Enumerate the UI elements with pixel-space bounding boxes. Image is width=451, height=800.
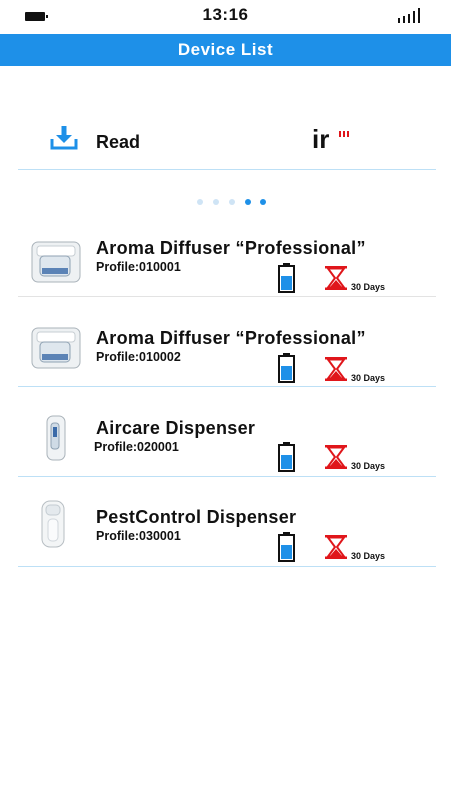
battery-level-icon <box>278 532 295 562</box>
signal-icon <box>398 8 426 23</box>
ir-logo-text: ir <box>312 124 329 152</box>
device-row[interactable]: Aircare Dispenser Profile:020001 30 Days <box>0 415 451 506</box>
device-profile: Profile:010002 <box>96 350 181 364</box>
device-name: Aroma Diffuser “Professional” <box>96 328 366 348</box>
days-remaining: 30 Days <box>351 373 386 383</box>
divider <box>18 386 436 387</box>
device-name: Aroma Diffuser “Professional” <box>96 238 366 258</box>
battery-level-icon <box>278 353 295 383</box>
device-profile: Profile:010001 <box>96 260 181 274</box>
page-dot-active[interactable] <box>260 199 266 205</box>
page-title: Device List <box>0 34 451 66</box>
device-name: Aircare Dispenser <box>96 418 256 438</box>
device-row[interactable]: PestControl Dispenser Profile:030001 30 … <box>0 500 451 595</box>
days-remaining: 30 Days <box>351 461 386 471</box>
read-row[interactable]: Read ir <box>0 120 451 170</box>
pestcontrol-dispenser-image <box>41 500 65 548</box>
divider <box>18 169 436 170</box>
hourglass-icon <box>325 445 347 469</box>
battery-level-icon <box>278 263 295 293</box>
hourglass-icon <box>325 357 347 381</box>
device-row[interactable]: Aroma Diffuser “Professional” Profile:01… <box>0 327 451 416</box>
aroma-diffuser-image <box>31 327 81 369</box>
aircare-dispenser-image <box>46 415 66 461</box>
divider <box>18 476 436 477</box>
status-bar: 13:16 <box>0 0 451 32</box>
battery-level-icon <box>278 442 295 472</box>
device-name: PestControl Dispenser <box>96 507 297 527</box>
aroma-diffuser-image <box>31 241 81 283</box>
device-row[interactable]: Aroma Diffuser “Professional” Profile:01… <box>0 238 451 326</box>
ir-logo: ir <box>312 124 349 152</box>
read-label[interactable]: Read <box>96 132 140 153</box>
days-remaining: 30 Days <box>351 551 386 561</box>
days-remaining: 30 Days <box>351 282 386 292</box>
page-dot-active[interactable] <box>245 199 251 205</box>
page-dot[interactable] <box>213 199 219 205</box>
divider <box>18 296 436 297</box>
divider <box>18 566 436 567</box>
page-dot[interactable] <box>229 199 235 205</box>
hourglass-icon <box>325 535 347 559</box>
device-profile: Profile:030001 <box>96 529 181 543</box>
status-time: 13:16 <box>202 5 249 24</box>
hourglass-icon <box>325 266 347 290</box>
device-profile: Profile:020001 <box>94 440 179 454</box>
page-dot[interactable] <box>197 199 203 205</box>
download-icon[interactable] <box>50 125 78 151</box>
